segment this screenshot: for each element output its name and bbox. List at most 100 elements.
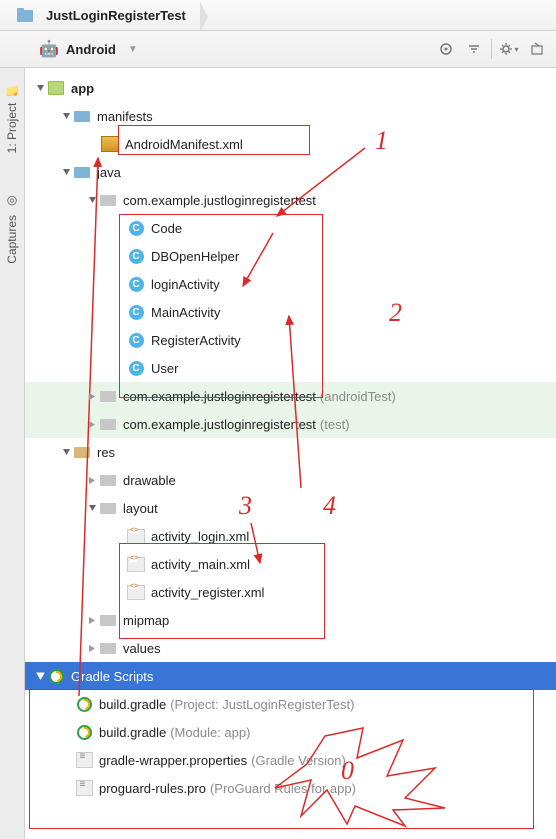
node-label: build.gradle bbox=[99, 697, 166, 712]
gradle-icon bbox=[47, 667, 65, 685]
package-icon bbox=[99, 387, 117, 405]
breadcrumb-root[interactable]: JustLoginRegisterTest bbox=[8, 2, 200, 28]
node-layout-file[interactable]: activity_register.xml bbox=[25, 578, 556, 606]
node-class[interactable]: CMainActivity bbox=[25, 298, 556, 326]
expand-toggle[interactable] bbox=[85, 392, 99, 401]
node-suffix: (test) bbox=[320, 417, 350, 432]
node-java[interactable]: java bbox=[25, 158, 556, 186]
node-label: manifests bbox=[97, 109, 153, 124]
node-label: RegisterActivity bbox=[151, 333, 241, 348]
node-layout-file[interactable]: activity_main.xml bbox=[25, 550, 556, 578]
node-gradle-file[interactable]: build.gradle(Project: JustLoginRegisterT… bbox=[25, 690, 556, 718]
node-drawable[interactable]: drawable bbox=[25, 466, 556, 494]
node-label: gradle-wrapper.properties bbox=[99, 753, 247, 768]
gutter-project[interactable]: 1: Project 📁 bbox=[3, 76, 21, 159]
node-manifests[interactable]: manifests bbox=[25, 102, 556, 130]
node-label: com.example.justloginregistertest bbox=[123, 193, 316, 208]
expand-toggle[interactable] bbox=[33, 84, 47, 93]
project-tree[interactable]: app manifests AndroidManifest.xml java bbox=[25, 68, 556, 839]
node-manifest-file[interactable]: AndroidManifest.xml bbox=[25, 130, 556, 158]
node-class[interactable]: CCode bbox=[25, 214, 556, 242]
node-class[interactable]: CUser bbox=[25, 354, 556, 382]
folder-icon bbox=[99, 499, 117, 517]
gutter-captures[interactable]: Captures ◎ bbox=[3, 189, 21, 270]
breadcrumb: JustLoginRegisterTest bbox=[0, 0, 556, 31]
node-gradle-file[interactable]: proguard-rules.pro (ProGuard Rules for ap… bbox=[25, 774, 556, 802]
expand-toggle[interactable] bbox=[59, 448, 73, 457]
xml-file-icon bbox=[127, 527, 145, 545]
node-label: java bbox=[97, 165, 121, 180]
class-icon: C bbox=[127, 359, 145, 377]
expand-toggle[interactable] bbox=[59, 112, 73, 121]
module-icon bbox=[47, 79, 65, 97]
xml-file-icon bbox=[127, 555, 145, 573]
manifest-file-icon bbox=[101, 135, 119, 153]
node-class[interactable]: C DBOpenHelper bbox=[25, 242, 556, 270]
node-label: loginActivity bbox=[151, 277, 220, 292]
toolbar: 🤖 Android ▼ ▾ bbox=[0, 31, 556, 68]
view-selector[interactable]: 🤖 bbox=[38, 38, 60, 60]
breadcrumb-root-label: JustLoginRegisterTest bbox=[46, 8, 186, 23]
xml-file-icon bbox=[127, 583, 145, 601]
folder-icon bbox=[99, 611, 117, 629]
expand-toggle[interactable] bbox=[85, 476, 99, 485]
package-icon bbox=[99, 191, 117, 209]
expand-toggle[interactable] bbox=[85, 420, 99, 429]
node-label: Gradle Scripts bbox=[71, 669, 153, 684]
collapse-all-icon[interactable] bbox=[463, 38, 485, 60]
node-gradle-scripts[interactable]: Gradle Scripts bbox=[25, 662, 556, 690]
node-label: values bbox=[123, 641, 161, 656]
node-gradle-file[interactable]: gradle-wrapper.properties(Gradle Version… bbox=[25, 746, 556, 774]
node-app[interactable]: app bbox=[25, 74, 556, 102]
folder-icon bbox=[73, 163, 91, 181]
node-label: Code bbox=[151, 221, 182, 236]
expand-toggle[interactable] bbox=[85, 644, 99, 653]
node-label: AndroidManifest.xml bbox=[125, 137, 243, 152]
folder-icon bbox=[99, 471, 117, 489]
node-label: DBOpenHelper bbox=[151, 249, 239, 264]
node-label: app bbox=[71, 81, 94, 96]
node-res[interactable]: res bbox=[25, 438, 556, 466]
node-label: activity_main.xml bbox=[151, 557, 250, 572]
node-mipmap[interactable]: mipmap bbox=[25, 606, 556, 634]
node-label: res bbox=[97, 445, 115, 460]
node-class[interactable]: CRegisterActivity bbox=[25, 326, 556, 354]
android-icon: 🤖 bbox=[39, 39, 59, 59]
gutter-project-label: 1: Project bbox=[5, 103, 19, 154]
chevron-down-icon: ▼ bbox=[128, 44, 138, 55]
hide-icon[interactable] bbox=[526, 38, 548, 60]
node-class[interactable]: CloginActivity bbox=[25, 270, 556, 298]
node-values[interactable]: values bbox=[25, 634, 556, 662]
gear-icon[interactable]: ▾ bbox=[498, 38, 520, 60]
gutter-captures-label: Captures bbox=[5, 215, 19, 264]
node-package-main[interactable]: com.example.justloginregistertest bbox=[25, 186, 556, 214]
tool-window-bar: 1: Project 📁 Captures ◎ bbox=[0, 68, 25, 839]
node-package-test[interactable]: com.example.justloginregistertest (test) bbox=[25, 410, 556, 438]
expand-toggle[interactable] bbox=[59, 168, 73, 177]
expand-toggle[interactable] bbox=[85, 504, 99, 513]
node-label: drawable bbox=[123, 473, 176, 488]
package-icon bbox=[99, 415, 117, 433]
module-icon bbox=[16, 6, 34, 24]
expand-toggle[interactable] bbox=[85, 616, 99, 625]
expand-toggle[interactable] bbox=[33, 672, 47, 681]
class-icon: C bbox=[127, 247, 145, 265]
folder-icon bbox=[73, 443, 91, 461]
expand-toggle[interactable] bbox=[85, 196, 99, 205]
captures-icon: ◎ bbox=[5, 195, 19, 209]
node-label: com.example.justloginregistertest bbox=[123, 417, 316, 432]
properties-file-icon bbox=[75, 779, 93, 797]
node-gradle-file[interactable]: build.gradle(Module: app) bbox=[25, 718, 556, 746]
folder-icon bbox=[99, 639, 117, 657]
node-layout-file[interactable]: activity_login.xml bbox=[25, 522, 556, 550]
node-label: proguard-rules.pro bbox=[99, 781, 206, 796]
node-package-androidtest[interactable]: com.example.justloginregistertest (andro… bbox=[25, 382, 556, 410]
node-label: layout bbox=[123, 501, 158, 516]
node-suffix: (ProGuard Rules for app) bbox=[210, 781, 356, 796]
node-label: build.gradle bbox=[99, 725, 166, 740]
view-label[interactable]: Android bbox=[66, 42, 116, 57]
node-label: activity_register.xml bbox=[151, 585, 264, 600]
node-label: activity_login.xml bbox=[151, 529, 249, 544]
node-layout[interactable]: layout bbox=[25, 494, 556, 522]
scroll-from-source-icon[interactable] bbox=[435, 38, 457, 60]
